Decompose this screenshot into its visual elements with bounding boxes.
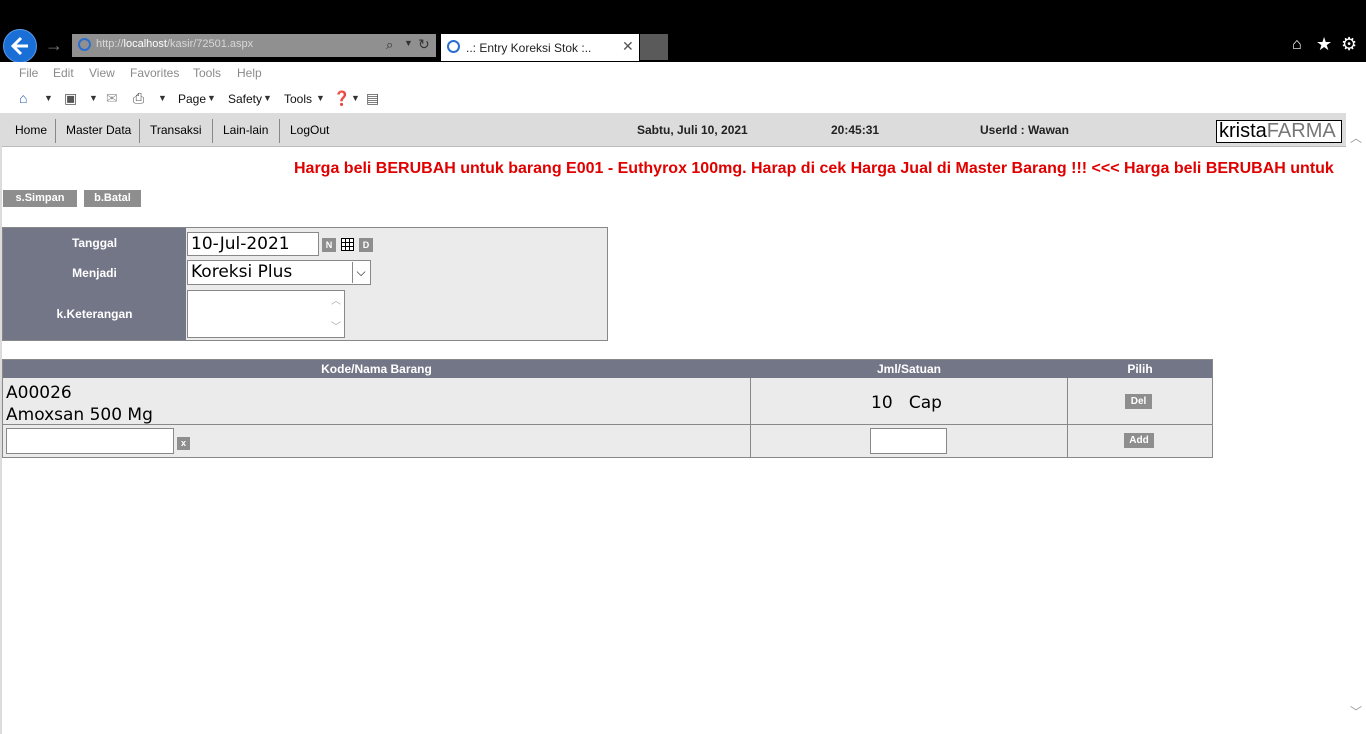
print-icon[interactable]: ⎙ <box>133 90 144 107</box>
menu-tools[interactable]: Tools <box>193 66 221 80</box>
d-date-button[interactable]: D <box>359 238 373 252</box>
item-qty-unit: 10 Cap <box>871 393 942 413</box>
forward-button[interactable]: → <box>45 36 63 54</box>
column-divider <box>1067 378 1068 457</box>
textarea-scrollbar[interactable]: ︿ ﹀ <box>328 290 345 338</box>
menu-edit[interactable]: Edit <box>53 66 74 80</box>
clear-code-button[interactable]: x <box>177 437 190 450</box>
item-unit: Cap <box>908 393 942 413</box>
calendar-icon[interactable] <box>341 238 354 251</box>
chevron-down-icon[interactable]: ⌵ <box>352 262 369 283</box>
chevron-down-icon[interactable]: ▼ <box>158 93 167 103</box>
header-pilih: Pilih <box>1127 362 1153 376</box>
address-bar[interactable]: http://localhost/kasir/72501.aspx ⌕ ▼ ↻ <box>72 34 436 57</box>
keterangan-textarea[interactable] <box>187 290 345 338</box>
nav-separator <box>55 119 56 143</box>
app-nav-bar: Home Master Data Transaksi Lain-lain Log… <box>2 113 1346 147</box>
scroll-up-icon[interactable]: ︿ <box>331 292 341 307</box>
item-code-name: A00026 Amoxsan 500 Mg <box>6 382 153 426</box>
back-button[interactable] <box>3 29 37 63</box>
chevron-down-icon[interactable]: ▼ <box>207 93 216 103</box>
chevron-down-icon[interactable]: ▼ <box>89 93 98 103</box>
table-header: Kode/Nama Barang Jml/Satuan Pilih <box>3 360 1212 378</box>
row-divider <box>3 424 1212 425</box>
form-panel: Tanggal Menjadi k.Keterangan 10-Jul-2021… <box>2 227 608 341</box>
nav-separator <box>212 119 213 143</box>
items-table: Kode/Nama Barang Jml/Satuan Pilih A00026… <box>2 359 1213 458</box>
chevron-down-icon[interactable]: ▼ <box>44 93 53 103</box>
header-jml-satuan: Jml/Satuan <box>876 362 942 376</box>
now-date-button[interactable]: N <box>322 238 336 252</box>
safety-menu[interactable]: Safety <box>228 92 262 106</box>
command-bar: ⌂ ▼ ▣ ▼ ✉ ⎙ ▼ Page ▼ Safety ▼ Tools ▼ ❓ … <box>0 84 1366 113</box>
column-divider <box>750 378 751 457</box>
current-time: 20:45:31 <box>831 123 880 137</box>
marquee-text: Harga beli BERUBAH untuk barang E001 - E… <box>294 160 1334 177</box>
chevron-down-icon[interactable]: ▼ <box>263 93 272 103</box>
nav-logout[interactable]: LogOut <box>290 123 329 137</box>
chevron-down-icon[interactable]: ▼ <box>351 93 360 103</box>
menjadi-label: Menjadi <box>72 266 117 280</box>
menu-favorites[interactable]: Favorites <box>130 66 179 80</box>
page-scrollbar[interactable]: ︿ ﹀ <box>1346 113 1366 734</box>
menu-help[interactable]: Help <box>237 66 262 80</box>
menu-bar: File Edit View Favorites Tools Help <box>0 62 1366 84</box>
mail-icon[interactable]: ✉ <box>106 90 118 107</box>
gear-icon[interactable]: ⚙ <box>1341 34 1357 55</box>
scroll-up-icon[interactable]: ︿ <box>1350 129 1362 146</box>
nav-transaksi[interactable]: Transaksi <box>150 123 202 137</box>
research-icon[interactable]: ▤ <box>366 90 379 107</box>
ie-page-icon <box>78 38 91 51</box>
current-date: Sabtu, Juli 10, 2021 <box>637 123 748 137</box>
marquee-notice: Harga beli BERUBAH untuk barang E001 - E… <box>2 158 1346 180</box>
rss-feed-icon[interactable]: ▣ <box>64 90 77 107</box>
header-kode-nama: Kode/Nama Barang <box>321 362 432 376</box>
favorites-star-icon[interactable]: ★ <box>1316 34 1332 55</box>
nav-master-data[interactable]: Master Data <box>66 123 131 137</box>
home-icon[interactable]: ⌂ <box>19 90 27 106</box>
tanggal-input[interactable]: 10-Jul-2021 <box>187 232 319 256</box>
chevron-down-icon[interactable]: ▼ <box>316 93 325 103</box>
keterangan-label: k.Keterangan <box>56 307 133 321</box>
item-name: Amoxsan 500 Mg <box>6 405 153 425</box>
nav-home[interactable]: Home <box>15 123 47 137</box>
url-text[interactable]: http://localhost/kasir/72501.aspx <box>96 38 253 50</box>
save-button[interactable]: s.Simpan <box>3 190 77 207</box>
scroll-down-icon[interactable]: ﹀ <box>1350 703 1362 720</box>
browser-titlebar: → http://localhost/kasir/72501.aspx ⌕ ▼ … <box>0 0 1366 63</box>
tab-close-icon[interactable]: ✕ <box>622 38 634 55</box>
menjadi-selected-value: Koreksi Plus <box>191 262 293 282</box>
menu-file[interactable]: File <box>19 66 38 80</box>
add-row-button[interactable]: Add <box>1124 433 1154 448</box>
delete-row-button[interactable]: Del <box>1125 394 1152 409</box>
cancel-button[interactable]: b.Batal <box>84 190 141 207</box>
item-code: A00026 <box>6 383 72 403</box>
back-arrow-icon <box>10 36 28 56</box>
page-menu[interactable]: Page <box>178 92 206 106</box>
dropdown-arrow-icon[interactable]: ▼ <box>404 38 413 48</box>
nav-separator <box>139 119 140 143</box>
scroll-down-icon[interactable]: ﹀ <box>331 318 341 333</box>
new-tab-button[interactable] <box>640 34 668 60</box>
help-icon[interactable]: ❓ <box>333 90 350 107</box>
ie-tab-icon <box>447 40 460 53</box>
item-qty: 10 <box>871 393 893 413</box>
tab-title: ..: Entry Koreksi Stok :.. <box>466 41 592 55</box>
krista-farma-logo: kristaFARMA <box>1216 120 1342 143</box>
nav-lain-lain[interactable]: Lain-lain <box>223 123 268 137</box>
menjadi-select[interactable]: Koreksi Plus ⌵ <box>187 260 371 285</box>
form-labels-column: Tanggal Menjadi k.Keterangan <box>3 228 186 340</box>
search-icon[interactable]: ⌕ <box>386 37 393 53</box>
tab-active[interactable]: ..: Entry Koreksi Stok :.. ✕ <box>441 34 639 61</box>
new-item-qty-input[interactable] <box>870 428 947 454</box>
home-icon[interactable]: ⌂ <box>1292 36 1302 54</box>
user-id: UserId : Wawan <box>980 123 1069 137</box>
tools-menu[interactable]: Tools <box>284 92 312 106</box>
nav-separator <box>279 119 280 143</box>
tanggal-label: Tanggal <box>71 236 118 250</box>
new-item-code-input[interactable] <box>6 428 174 454</box>
refresh-icon[interactable]: ↻ <box>418 36 430 53</box>
menu-view[interactable]: View <box>89 66 115 80</box>
